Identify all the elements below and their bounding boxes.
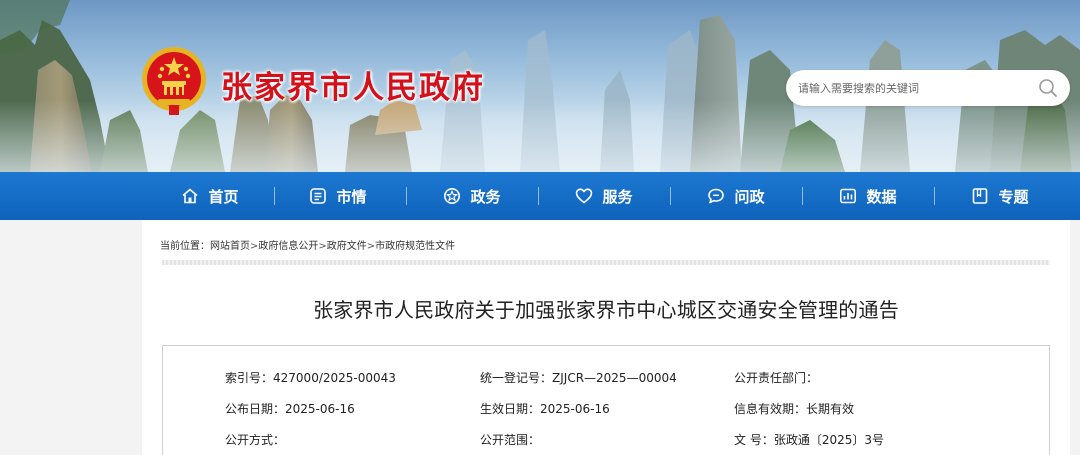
meta-responsible-dept: 公开责任部门：	[734, 369, 818, 386]
home-icon	[182, 188, 199, 204]
meta-index-no: 索引号：427000/2025-00043	[225, 369, 396, 386]
meta-label: 公开责任部门：	[734, 371, 819, 385]
breadcrumb-link-gov-documents[interactable]: 政府文件	[327, 241, 367, 252]
nav-item-data[interactable]: 数据	[808, 172, 928, 220]
meta-doc-no: 文 号：张政通〔2025〕3号	[734, 431, 884, 448]
nav-label-inquiry: 问政	[734, 187, 765, 206]
nav-label-city-info: 市情	[336, 187, 367, 206]
meta-label: 生效日期：	[480, 402, 541, 416]
nav-item-topics[interactable]: 专题	[940, 172, 1060, 220]
nav-label-services: 服务	[602, 187, 633, 206]
meta-value: 2025-06-16	[285, 402, 355, 416]
nav-label-home: 首页	[208, 187, 239, 206]
nav-label-government-affairs: 政务	[470, 187, 501, 206]
nav-item-city-info[interactable]: 市情	[278, 172, 398, 220]
meta-value: 张政通〔2025〕3号	[773, 433, 885, 447]
city-info-icon	[310, 188, 327, 204]
nav-item-home[interactable]: 首页	[150, 172, 270, 220]
nav-item-government-affairs[interactable]: 政务	[412, 172, 532, 220]
nav-divider	[406, 187, 407, 205]
meta-label: 统一登记号：	[480, 371, 553, 385]
nav-divider	[274, 187, 275, 205]
meta-publish-date: 公布日期：2025-06-16	[225, 400, 355, 417]
nav-label-topics: 专题	[998, 187, 1029, 206]
search-icon[interactable]	[1038, 78, 1058, 98]
nav-divider	[934, 187, 935, 205]
bar-chart-icon	[840, 188, 857, 204]
main-content: 当前位置：网站首页>政府信息公开>政府文件>市政府规范性文件 张家界市人民政府关…	[142, 220, 1070, 455]
meta-label: 信息有效期：	[734, 402, 807, 416]
meta-value: 长期有效	[806, 402, 855, 416]
breadcrumb-prefix: 当前位置：	[160, 241, 210, 252]
nav-item-services[interactable]: 服务	[544, 172, 664, 220]
nav-divider	[802, 187, 803, 205]
breadcrumb-link-normative-documents[interactable]: 市政府规范性文件	[375, 241, 455, 252]
government-affairs-icon	[444, 188, 461, 204]
breadcrumb-separator: >	[318, 241, 327, 252]
meta-effective-date: 生效日期：2025-06-16	[480, 400, 610, 417]
meta-value: ZJJCR—2025—00004	[552, 371, 677, 385]
breadcrumb-divider	[162, 260, 1050, 265]
meta-disclosure-method: 公开方式：	[225, 431, 285, 448]
breadcrumb-separator: >	[366, 241, 376, 252]
meta-value: 427000/2025-00043	[273, 371, 396, 385]
nav-divider	[538, 187, 539, 205]
nav-item-inquiry[interactable]: 问政	[676, 172, 796, 220]
document-title: 张家界市人民政府关于加强张家界市中心城区交通安全管理的通告	[313, 298, 899, 322]
meta-label: 文 号：	[734, 433, 774, 447]
meta-disclosure-scope: 公开范围：	[480, 431, 540, 448]
document-metadata-table: 索引号：427000/2025-00043 统一登记号：ZJJCR—2025—0…	[162, 345, 1050, 455]
meta-label: 公开方式：	[225, 433, 286, 447]
search-box	[786, 70, 1070, 106]
search-input[interactable]	[798, 78, 1028, 98]
breadcrumb-link-info-disclosure[interactable]: 政府信息公开	[258, 241, 318, 252]
header-banner: 张家界市人民政府	[0, 0, 1080, 172]
breadcrumb-link-home[interactable]: 网站首页	[210, 241, 250, 252]
nav-label-data: 数据	[866, 187, 897, 206]
meta-value: 2025-06-16	[540, 402, 610, 416]
heart-icon	[576, 188, 593, 204]
chat-icon	[708, 188, 725, 204]
nav-divider	[670, 187, 671, 205]
national-emblem-logo	[142, 47, 206, 115]
breadcrumb: 当前位置：网站首页>政府信息公开>政府文件>市政府规范性文件	[160, 237, 455, 252]
main-nav: 首页 市情 政务 服务 问政 数据 专题	[0, 172, 1080, 220]
meta-validity: 信息有效期：长期有效	[734, 400, 854, 417]
meta-label: 公布日期：	[225, 402, 286, 416]
site-title[interactable]: 张家界市人民政府	[221, 62, 485, 107]
meta-label: 公开范围：	[480, 433, 541, 447]
meta-unified-reg-no: 统一登记号：ZJJCR—2025—00004	[480, 369, 677, 386]
book-icon	[973, 188, 988, 204]
meta-label: 索引号：	[225, 371, 274, 385]
